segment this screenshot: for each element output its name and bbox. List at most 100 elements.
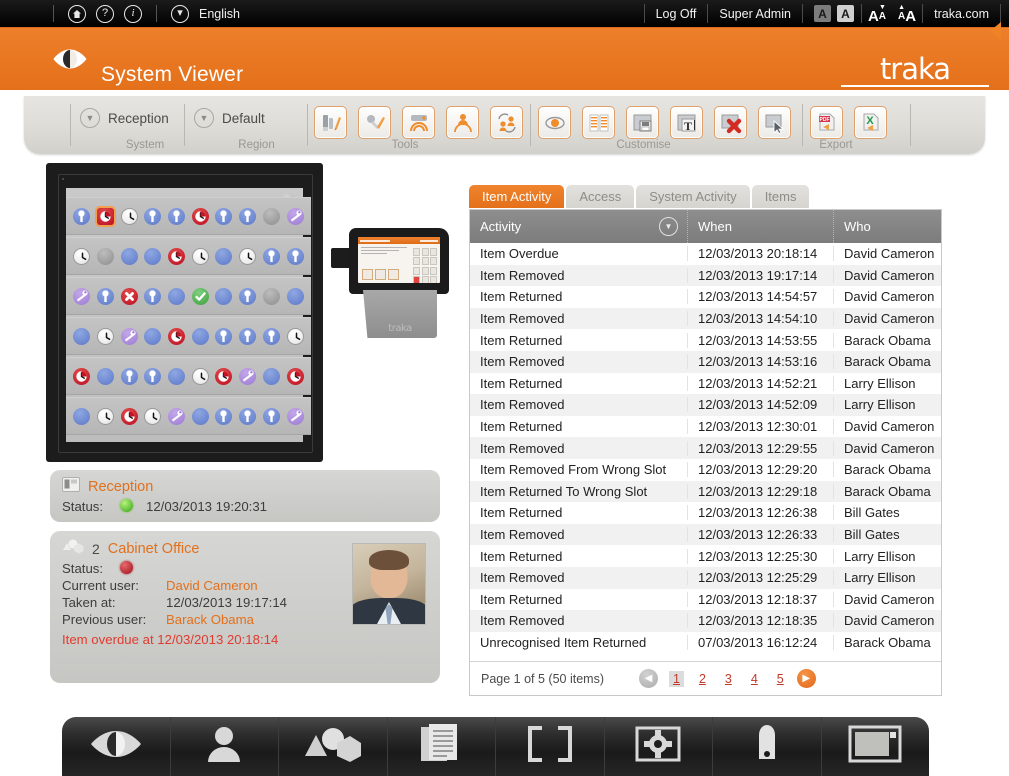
cabinet-slot-white-clock[interactable] [286, 327, 304, 345]
cabinet-slot-grey-empty[interactable] [262, 287, 280, 305]
cabinet-slot-blue-key[interactable] [239, 207, 257, 225]
cabinet-slot-blue-key[interactable] [120, 367, 138, 385]
pagination-page-3[interactable]: 3 [721, 671, 736, 687]
dock-item-reports[interactable] [388, 717, 496, 776]
cabinet-slot-white-clock[interactable] [191, 247, 209, 265]
cabinet-slot-blue-key[interactable] [215, 327, 233, 345]
cabinet-slot-blue-key[interactable] [239, 407, 257, 425]
table-row[interactable]: Item Removed 12/03/2013 12:18:35 David Cam… [470, 610, 941, 632]
tab-item-activity[interactable]: Item Activity [469, 185, 565, 208]
dock-item-brackets[interactable] [496, 717, 605, 776]
cabinet-slot-blue-key[interactable] [144, 207, 162, 225]
cabinet-slot-blue-key[interactable] [97, 287, 115, 305]
cabinet-slot-blue-empty[interactable] [120, 247, 138, 265]
language-selector[interactable]: English [199, 7, 240, 21]
cabinet-slot-red-clock[interactable] [73, 367, 91, 385]
current-user-value[interactable]: David Cameron [166, 578, 258, 593]
cabinet-slot-blue-empty[interactable] [73, 327, 91, 345]
cabinet-slot-red-clock[interactable] [286, 367, 304, 385]
cabinet-slot-purple-wrench[interactable] [239, 367, 257, 385]
cabinet-slot-purple-wrench[interactable] [286, 407, 304, 425]
table-row[interactable]: Item Removed 12/03/2013 19:17:14 David Cam… [470, 264, 941, 287]
cabinet-slot-blue-key[interactable] [215, 407, 233, 425]
cabinet-slot-blue-empty[interactable] [144, 327, 162, 345]
rename-icon[interactable]: T [670, 106, 703, 139]
cabinet-slot-blue-empty[interactable] [144, 247, 162, 265]
cabinet-slot-blue-empty[interactable] [73, 407, 91, 425]
tab-access[interactable]: Access [566, 185, 635, 208]
cabinet-slot-grey-empty[interactable] [97, 247, 115, 265]
columns-icon[interactable] [582, 106, 615, 139]
dock-item-viewer[interactable] [62, 717, 171, 776]
view-icon[interactable] [538, 106, 571, 139]
table-row[interactable]: Item Removed 12/03/2013 12:29:55 David Cam… [470, 437, 941, 459]
cabinet-slot-white-clock[interactable] [144, 407, 162, 425]
cabinet-slot-white-clock[interactable] [97, 327, 115, 345]
cabinet-slot-blue-key[interactable] [286, 247, 304, 265]
cabinet-slot-purple-wrench[interactable] [168, 407, 186, 425]
dock-item-users[interactable] [171, 717, 279, 776]
cabinet-slot-blue-empty[interactable] [168, 287, 186, 305]
table-row[interactable]: Item Removed 12/03/2013 12:25:29 Larry Ell… [470, 566, 941, 589]
cabinet-slot-purple-wrench[interactable] [120, 327, 138, 345]
font-increase-button[interactable]: ▲ A A [898, 4, 916, 24]
pagination-next-button[interactable]: ▶ [796, 669, 816, 688]
table-row[interactable]: Item Returned 12/03/2013 12:25:30 Larry El… [470, 545, 941, 567]
system-status-card[interactable]: Reception Status: 12/03/2013 19:20:31 [50, 470, 440, 522]
cabinet-slot-blue-key[interactable] [239, 287, 257, 305]
cabinet-slot-red-clock[interactable] [168, 247, 186, 265]
tab-items[interactable]: Items [751, 185, 810, 208]
cabinet-slot-blue-empty[interactable] [262, 367, 280, 385]
contrast-dark-button[interactable]: A [813, 5, 831, 22]
cabinet-slot-blue-empty[interactable] [191, 407, 209, 425]
font-decrease-button[interactable]: A ▼ A [868, 4, 886, 24]
item-details-card[interactable]: 2 Cabinet Office Status: Current user: D… [50, 531, 440, 683]
select-icon[interactable] [758, 106, 791, 139]
cabinet-slot-white-clock[interactable] [73, 247, 91, 265]
cabinet-slot-blue-key[interactable] [215, 207, 233, 225]
dock-item-key[interactable] [713, 717, 822, 776]
contrast-light-button[interactable]: A [836, 5, 854, 22]
edit-slot-icon[interactable] [402, 106, 435, 139]
dock-item-items[interactable] [279, 717, 388, 776]
cabinet-slot-white-clock[interactable] [191, 367, 209, 385]
cabinet-slot-red-clock[interactable] [97, 207, 115, 225]
cabinet-slot-red-clock[interactable] [168, 327, 186, 345]
delete-layout-icon[interactable] [714, 106, 747, 139]
cabinet-slot-blue-empty[interactable] [168, 367, 186, 385]
cabinet-slot-blue-key[interactable] [73, 207, 91, 225]
save-layout-icon[interactable] [626, 106, 659, 139]
cabinet-slot-blue-key[interactable] [262, 247, 280, 265]
table-row[interactable]: Item Returned 12/03/2013 12:26:38 Bill Gat… [470, 502, 941, 524]
table-row[interactable]: Unrecognised Item Returned 07/03/2013 16:… [470, 631, 941, 654]
pagination-page-1[interactable]: 1 [668, 670, 684, 687]
cabinet-slot-blue-empty[interactable] [215, 287, 233, 305]
table-row[interactable]: Item Removed 12/03/2013 14:54:10 David Cam… [470, 307, 941, 330]
table-row[interactable]: Item Removed From Wrong Slot 12/03/2013 1… [470, 458, 941, 481]
pagination-page-2[interactable]: 2 [695, 671, 710, 687]
cabinet-slot-red-clock[interactable] [120, 407, 138, 425]
edit-keys-icon[interactable] [358, 106, 391, 139]
help-icon[interactable]: ? [96, 4, 114, 23]
table-row[interactable]: Item Returned 12/03/2013 14:52:21 Larry El… [470, 372, 941, 395]
chevron-down-icon[interactable]: ▾ [171, 4, 189, 23]
home-icon[interactable] [68, 4, 86, 23]
table-row[interactable]: Item Removed 12/03/2013 14:53:16 Barack Ob… [470, 350, 941, 373]
cabinet-slot-blue-key[interactable] [168, 207, 186, 225]
cabinet-slot-red-clock[interactable] [191, 207, 209, 225]
cabinet-slot-blue-key[interactable] [144, 367, 162, 385]
cabinet-slot-green-tick[interactable] [191, 287, 209, 305]
cabinet-slot-blue-empty[interactable] [215, 247, 233, 265]
cabinet-slot-purple-wrench[interactable] [73, 287, 91, 305]
cabinet-slot-blue-key[interactable] [144, 287, 162, 305]
tab-system-activity[interactable]: System Activity [636, 185, 750, 208]
column-header-when[interactable]: When [687, 210, 833, 243]
pagination-page-5[interactable]: 5 [773, 671, 788, 687]
cabinet-slot-purple-wrench[interactable] [286, 207, 304, 225]
cabinet-slot-grey-empty[interactable] [262, 207, 280, 225]
table-row[interactable]: Item Removed 12/03/2013 14:52:09 Larry Ell… [470, 394, 941, 416]
region-dropdown[interactable]: ▼ Default [194, 96, 319, 128]
table-row[interactable]: Item Returned 12/03/2013 12:30:01 David Ca… [470, 415, 941, 438]
cabinet-slot-blue-key[interactable] [239, 327, 257, 345]
column-header-who[interactable]: Who [833, 210, 941, 243]
